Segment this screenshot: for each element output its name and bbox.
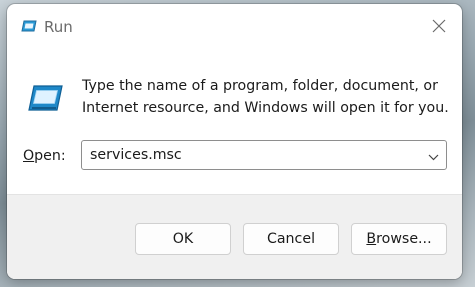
browse-button[interactable]: Browse... (351, 223, 447, 255)
instruction-line: Type the name of a program, folder, docu… (82, 78, 438, 94)
dropdown-button[interactable] (420, 141, 446, 169)
instruction-line: Internet resource, and Windows will open… (82, 100, 449, 116)
ok-button-label: OK (172, 231, 194, 247)
browse-accelerator: B (366, 231, 377, 247)
instruction-text: Type the name of a program, folder, docu… (82, 75, 452, 119)
cancel-button-label: Cancel (266, 231, 316, 247)
browse-label-text: rowse... (376, 231, 432, 247)
title-bar[interactable]: Run (7, 4, 462, 50)
run-icon (20, 19, 38, 35)
browse-button-label: Browse... (366, 231, 431, 247)
close-icon (432, 18, 446, 37)
ok-button[interactable]: OK (135, 223, 231, 255)
open-label: Open: (23, 148, 66, 164)
open-combobox[interactable] (81, 140, 447, 170)
button-bar: OK Cancel Browse... (7, 194, 462, 279)
cancel-button[interactable]: Cancel (243, 223, 339, 255)
open-input[interactable] (90, 141, 410, 169)
open-label-accelerator: O (23, 148, 35, 164)
close-button[interactable] (416, 4, 462, 50)
run-dialog: Run Type the name of a program, folder, … (7, 4, 462, 279)
chevron-down-icon (428, 146, 439, 165)
window-title: Run (44, 18, 73, 36)
open-label-text: pen: (34, 148, 66, 164)
run-icon (25, 82, 65, 114)
